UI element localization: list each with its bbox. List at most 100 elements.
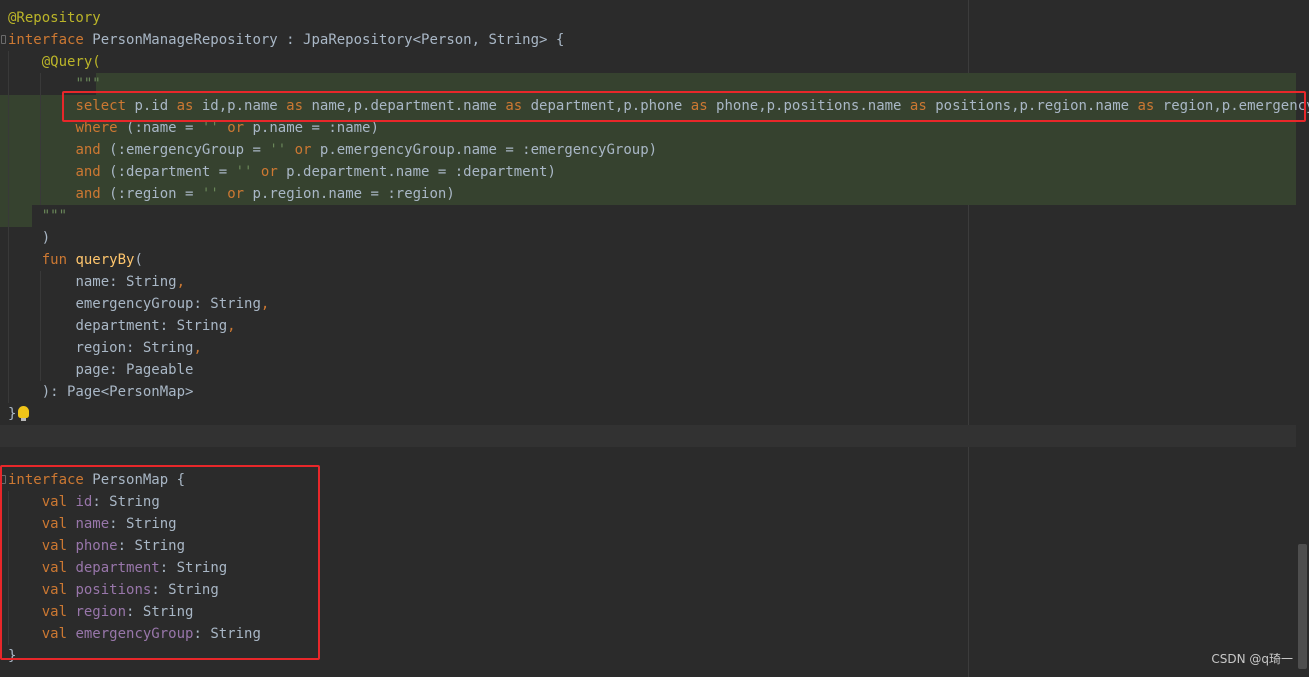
code-line: } (0, 403, 1296, 425)
param-name: emergencyGroup (75, 296, 194, 312)
keyword-interface: interface (8, 32, 84, 48)
indent-guide (40, 271, 41, 293)
indent-guide (40, 117, 41, 139)
code-line: and (:region = '' or p.region.name = :re… (0, 183, 1296, 205)
annotation-query: @Query( (41, 54, 101, 70)
code-line: and (:emergencyGroup = '' or p.emergency… (0, 139, 1296, 161)
indent-guide (8, 73, 9, 95)
code-line: and (:department = '' or p.department.na… (0, 161, 1296, 183)
indent-guide (8, 183, 9, 205)
code-line: region: String, (0, 337, 1296, 359)
param-type: : String (126, 340, 194, 356)
param-comma: , (176, 274, 186, 290)
close-paren: ) (41, 230, 51, 246)
code-token: (:region = (100, 186, 202, 202)
indent-guide (8, 205, 9, 227)
indent-guide (40, 73, 41, 95)
indent-guide (40, 161, 41, 183)
code-token: and (75, 186, 101, 202)
code-token: or (227, 186, 245, 202)
indent-guide (40, 337, 41, 359)
code-line: interface PersonManageRepository : JpaRe… (0, 29, 1296, 51)
code-token: '' (235, 164, 253, 180)
supertype: JpaRepository<Person, String> { (303, 32, 565, 48)
code-line: fun queryBy( (0, 249, 1296, 271)
indent-guide (8, 139, 9, 161)
param-name: page (75, 362, 110, 378)
param-name: department (75, 318, 160, 334)
param-type: : String (193, 296, 261, 312)
code-line: name: String, (0, 271, 1296, 293)
code-token: p.region.name = :region) (244, 186, 455, 202)
indent-guide (40, 183, 41, 205)
indent-guide (40, 315, 41, 337)
indent-guide (40, 95, 41, 117)
annotation-repository: @Repository (8, 10, 101, 26)
watermark: CSDN @q琦一 (1211, 652, 1293, 666)
where-clause: where (:name = '' or p.name = :name) (75, 120, 378, 136)
indent-guide (40, 293, 41, 315)
code-editor[interactable]: @Repository interface PersonManageReposi… (0, 0, 1309, 677)
keyword-fun: fun (41, 252, 68, 268)
code-line: @Repository (0, 7, 1296, 29)
repository-name: PersonManageRepository (92, 32, 278, 48)
and-emergency-clause: and (:emergencyGroup = '' or p.emergency… (75, 142, 657, 158)
indent-guide (8, 381, 9, 403)
code-token: (:name = (117, 120, 202, 136)
close-brace: } (8, 406, 17, 422)
function-name: queryBy (75, 252, 135, 268)
indent-guide (40, 359, 41, 381)
param-type: : Pageable (109, 362, 194, 378)
indent-guide (8, 117, 9, 139)
indent-guide (8, 337, 9, 359)
code-token: and (75, 164, 101, 180)
param-name: region (75, 340, 127, 356)
fold-icon[interactable] (1, 35, 6, 44)
indent-guide (8, 359, 9, 381)
code-line-current[interactable] (0, 425, 1296, 447)
param-comma: , (227, 318, 236, 334)
select-highlight-box (62, 91, 1306, 122)
code-line: page: Pageable (0, 359, 1296, 381)
code-token: or (227, 120, 245, 136)
code-token: '' (201, 120, 219, 136)
code-token: where (75, 120, 118, 136)
param-name: name (75, 274, 110, 290)
code-token: and (75, 142, 101, 158)
code-token: or (294, 142, 312, 158)
code-token: p.department.name = :department) (277, 164, 556, 180)
code-line: department: String, (0, 315, 1296, 337)
indent-guide (8, 95, 9, 117)
param-type: : String (159, 318, 228, 334)
person-map-highlight-box (0, 465, 320, 660)
param-comma: , (193, 340, 202, 356)
indent-guide (8, 315, 9, 337)
code-line: ): Page<PersonMap> (0, 381, 1296, 403)
indent-guide (8, 293, 9, 315)
code-token: '' (269, 142, 287, 158)
indent-guide (8, 161, 9, 183)
code-line: emergencyGroup: String, (0, 293, 1296, 315)
code-token: p.emergencyGroup.name = :emergencyGroup) (311, 142, 658, 158)
code-line: """ (0, 205, 1296, 227)
and-region-clause: and (:region = '' or p.region.name = :re… (75, 186, 454, 202)
code-token: (:department = (100, 164, 236, 180)
code-token: or (260, 164, 278, 180)
param-comma: , (260, 296, 270, 312)
indent-guide (40, 139, 41, 161)
return-type: ): Page<PersonMap> (41, 384, 194, 400)
code-token: (:emergencyGroup = (100, 142, 270, 158)
type-separator: : (277, 32, 304, 48)
open-paren: ( (134, 252, 143, 268)
code-token: '' (201, 186, 219, 202)
vertical-scrollbar[interactable] (1298, 544, 1307, 669)
param-type: : String (109, 274, 177, 290)
indent-guide (8, 249, 9, 271)
and-department-clause: and (:department = '' or p.department.na… (75, 164, 555, 180)
lightbulb-icon[interactable] (18, 406, 29, 421)
code-line: @Query( (0, 51, 1296, 73)
